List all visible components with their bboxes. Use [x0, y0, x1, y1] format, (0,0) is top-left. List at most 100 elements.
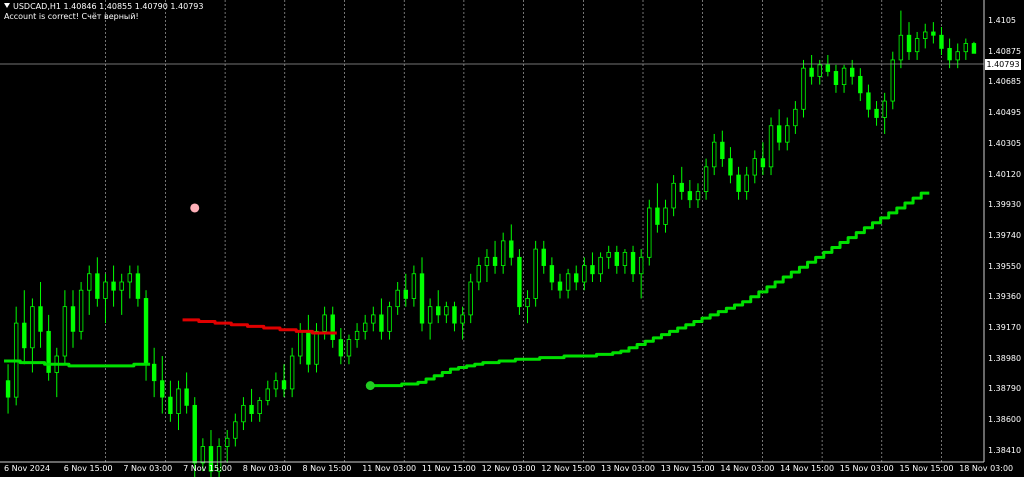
candle — [671, 175, 676, 217]
grid-lines — [105, 0, 942, 462]
price-label: 1.40120 — [988, 169, 1022, 179]
candle — [225, 430, 230, 463]
candle — [395, 281, 400, 315]
candles — [5, 10, 977, 477]
candle — [890, 51, 895, 110]
signal-dot-green — [365, 381, 375, 391]
candle — [476, 257, 482, 291]
time-label: 15 Nov 03:00 — [839, 464, 894, 473]
candle — [923, 23, 928, 49]
time-label: 13 Nov 15:00 — [660, 464, 715, 473]
candle — [87, 265, 92, 315]
time-label: 14 Nov 15:00 — [780, 464, 835, 473]
candle — [622, 249, 628, 274]
candle — [963, 38, 969, 60]
time-label: 11 Nov 15:00 — [421, 464, 476, 473]
candle — [549, 257, 555, 291]
candle — [168, 380, 173, 422]
current-price-tag: 1.40793 — [985, 59, 1021, 70]
candle — [606, 245, 611, 269]
candle — [265, 380, 270, 406]
price-chart[interactable] — [0, 0, 1024, 477]
candle — [752, 150, 757, 184]
time-label: 8 Nov 15:00 — [302, 464, 352, 473]
candle — [720, 130, 725, 167]
candle — [500, 232, 506, 274]
candle — [874, 101, 879, 126]
candle — [866, 84, 871, 118]
candle — [565, 268, 571, 299]
candle — [151, 347, 157, 398]
candle — [525, 290, 530, 324]
resistance-trend-line — [182, 318, 337, 335]
candle — [233, 413, 238, 447]
price-label: 1.39550 — [988, 261, 1022, 271]
chart-area[interactable]: USDCAD,H1 1.40846 1.40855 1.40790 1.4079… — [0, 0, 1024, 477]
candle — [882, 92, 887, 134]
candle — [127, 265, 133, 299]
candle — [13, 306, 19, 406]
candle — [614, 245, 620, 274]
candle — [695, 183, 701, 208]
candle — [590, 252, 595, 282]
candle — [314, 323, 319, 373]
candle — [346, 334, 352, 365]
candle — [931, 22, 936, 44]
candle — [906, 22, 912, 60]
candle — [54, 347, 59, 398]
candle — [955, 43, 960, 69]
price-label: 1.40875 — [988, 46, 1022, 56]
candle — [655, 183, 660, 233]
candle — [971, 41, 977, 54]
signal-markers — [190, 203, 375, 391]
candle — [176, 380, 181, 431]
candle — [663, 199, 668, 233]
candle — [841, 64, 847, 93]
candle — [354, 323, 360, 348]
candle — [184, 372, 189, 414]
candle — [557, 273, 563, 299]
candle — [768, 117, 774, 176]
candle — [403, 273, 408, 307]
candle — [630, 245, 636, 282]
account-status: Account is correct! Счёт верный! — [4, 12, 139, 21]
candle — [78, 281, 84, 340]
candle — [574, 265, 579, 291]
candle — [379, 298, 384, 340]
candle — [427, 298, 433, 340]
candle — [338, 328, 344, 365]
candle — [703, 158, 709, 200]
price-label: 1.38600 — [988, 415, 1022, 425]
candle — [452, 301, 457, 332]
price-label: 1.39170 — [988, 323, 1022, 332]
candle — [298, 323, 303, 365]
candle — [289, 347, 295, 398]
candle — [436, 290, 441, 324]
time-label: 14 Nov 03:00 — [720, 464, 775, 473]
trend-lines — [4, 191, 930, 388]
candle — [647, 199, 652, 266]
candle — [793, 101, 798, 134]
price-label: 1.4105 — [988, 16, 1016, 25]
candle — [444, 301, 449, 324]
time-label: 6 Nov 15:00 — [63, 464, 113, 473]
candle — [241, 397, 246, 431]
symbol-info: USDCAD,H1 1.40846 1.40855 1.40790 1.4079… — [4, 2, 203, 12]
candle — [679, 166, 684, 200]
candle — [70, 290, 76, 348]
candle — [22, 290, 27, 365]
candle — [517, 249, 522, 315]
price-label: 1.40685 — [988, 77, 1022, 87]
candle — [760, 142, 766, 176]
dropdown-triangle-icon[interactable] — [4, 3, 10, 8]
time-label: 11 Nov 03:00 — [362, 464, 417, 473]
candle — [460, 306, 465, 340]
candle — [728, 147, 733, 184]
candle — [273, 372, 279, 398]
candle — [362, 314, 368, 340]
candle — [281, 364, 287, 398]
candle — [825, 54, 831, 77]
candle — [5, 364, 11, 414]
candle — [371, 306, 376, 332]
candle — [46, 314, 51, 381]
